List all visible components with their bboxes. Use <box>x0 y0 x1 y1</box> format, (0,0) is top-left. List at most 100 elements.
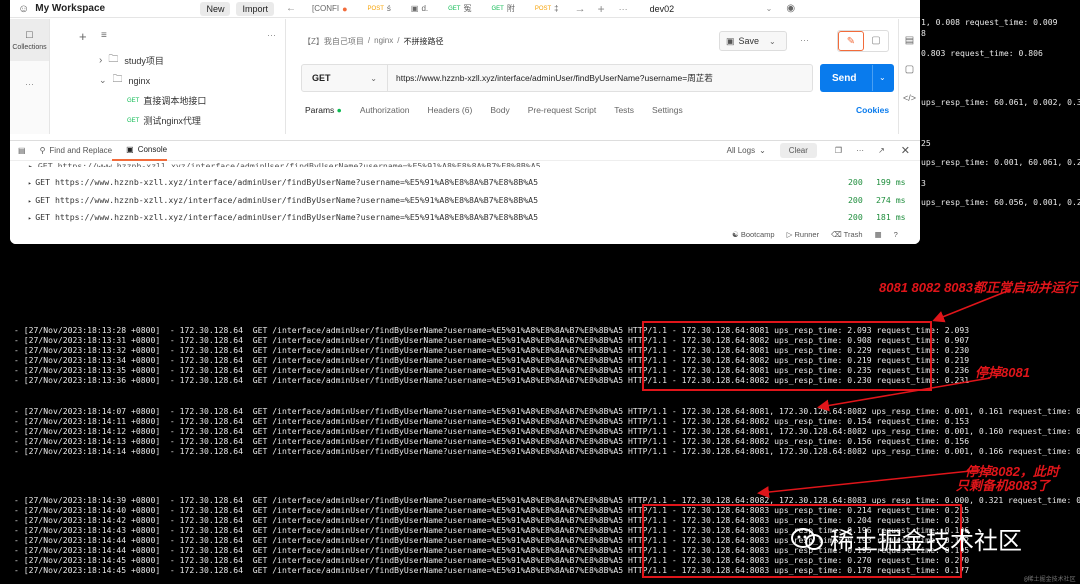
console-more-icon[interactable]: ··· <box>842 146 864 155</box>
folder-study[interactable]: › 🗀 study项目 <box>99 52 164 69</box>
console-row-clipped: ▸ GET https://www.hzznb-xzll.xyz/interfa… <box>28 161 541 167</box>
method-select[interactable]: GET ⌄ <box>302 65 388 91</box>
request-method: GET <box>127 97 140 104</box>
help-icon[interactable]: ? <box>894 230 898 239</box>
request-tab[interactable]: POST ś <box>358 4 401 13</box>
tab-label: ś <box>386 4 391 13</box>
send-button[interactable]: Send ⌄ <box>820 64 894 92</box>
tab-settings[interactable]: Settings <box>652 105 683 115</box>
save-button[interactable]: ▣ Save ⌄ <box>719 31 787 51</box>
request-tab[interactable]: ▣ d. <box>401 4 438 13</box>
more-tabs-icon[interactable]: ··· <box>611 4 636 14</box>
find-replace-tab[interactable]: ⚲ Find and Replace <box>34 146 113 155</box>
tab-method: POST <box>534 5 552 12</box>
copy-icon[interactable]: ❐ <box>817 146 842 155</box>
import-button[interactable]: Import <box>236 1 274 16</box>
left-rail: □ Collections ··· <box>10 19 50 134</box>
back-arrow-icon[interactable]: ← <box>280 3 302 14</box>
more-nav-icon[interactable]: ··· <box>10 79 49 89</box>
tab-pre-request-script[interactable]: Pre-request Script <box>528 105 597 115</box>
search-icon: ⚲ <box>39 146 46 155</box>
environment-select[interactable]: dev02 <box>636 4 766 14</box>
breadcrumb-folder[interactable]: nginx <box>374 36 393 47</box>
send-label: Send <box>832 72 857 84</box>
eye-icon[interactable]: ◉ <box>772 3 795 14</box>
comment-icon[interactable]: ▢ <box>864 31 888 51</box>
console-footer: ☯ Bootcamp ▷ Runner ⌫ Trash ▦ ? <box>732 230 898 239</box>
user-icon[interactable]: ☺ <box>18 3 29 15</box>
workspace-name[interactable]: My Workspace <box>35 3 105 14</box>
console-row[interactable]: ▸ GET https://www.hzznb-xzll.xyz/interfa… <box>28 195 538 205</box>
layout-grid-icon[interactable]: ▦ <box>875 230 882 239</box>
console-row-status: 200 <box>848 177 863 187</box>
url-input[interactable]: https://www.hzznb-xzll.xyz/interface/adm… <box>388 72 713 84</box>
new-tab-plus-icon[interactable]: + <box>592 2 611 16</box>
new-button[interactable]: New <box>200 1 231 16</box>
watermark-text: 稀土掘金技术社区 <box>830 527 1022 555</box>
console-tab[interactable]: ▣ Console <box>112 141 168 161</box>
forward-arrow-icon[interactable]: → <box>569 3 592 15</box>
chevron-down-icon[interactable]: ⌄ <box>872 65 886 91</box>
chevron-down-icon[interactable]: ⌄ <box>766 4 773 13</box>
save-icon: ▣ <box>726 35 735 46</box>
edit-pencil-icon[interactable]: ✎ <box>838 31 864 51</box>
panel-toggle-icon[interactable]: ▤ <box>10 146 34 155</box>
console-row-status: 200 <box>848 212 863 222</box>
request-item[interactable]: GET 直接调本地接口 <box>127 94 206 107</box>
postman-topbar: ☺ My Workspace New Import ← [CONFI ● POST… <box>10 0 920 18</box>
sidebar-more-icon[interactable]: ··· <box>267 30 276 40</box>
watermark: 稀土掘金技术社区 <box>790 521 1022 556</box>
tab-label: [CONFI <box>312 4 340 13</box>
unsaved-dot-icon: ● <box>342 3 348 14</box>
tab-params[interactable]: Params ● <box>305 105 342 115</box>
request-more-icon[interactable]: ··· <box>800 35 809 45</box>
comments-icon[interactable]: ▢ <box>899 64 920 75</box>
all-logs-select[interactable]: All Logs ⌄ <box>727 146 766 155</box>
request-tab[interactable]: GET 冤 <box>438 3 481 14</box>
close-icon[interactable]: ✕ <box>885 144 920 157</box>
tab-tests[interactable]: Tests <box>614 105 634 115</box>
request-tab[interactable]: [CONFI ● <box>302 4 358 14</box>
watermark-small: @稀土掘金技术社区 <box>1024 576 1076 583</box>
console-row[interactable]: ▸ GET https://www.hzznb-xzll.xyz/interfa… <box>28 212 538 222</box>
bootcamp-link[interactable]: ☯ Bootcamp <box>732 230 775 239</box>
console-toolbar: ▤ ⚲ Find and Replace ▣ Console All Logs ⌄… <box>10 141 920 161</box>
folder-label: study项目 <box>124 56 164 66</box>
expand-icon[interactable]: ↗ <box>864 146 885 155</box>
arrow-stop-8081 <box>817 377 991 412</box>
collections-nav[interactable]: □ Collections <box>10 19 49 61</box>
filter-icon[interactable]: ≡ <box>101 30 107 41</box>
runner-icon: ▷ <box>786 230 793 239</box>
documentation-icon[interactable]: ▤ <box>899 35 920 46</box>
request-label: 测试nginx代理 <box>143 116 201 126</box>
breadcrumb-root[interactable]: 【Z】我自己项目 <box>303 36 364 47</box>
cookies-link[interactable]: Cookies <box>856 105 889 115</box>
chevron-down-icon: ⌄ <box>370 73 377 83</box>
tab-body[interactable]: Body <box>490 105 509 115</box>
folder-label: nginx <box>128 75 151 86</box>
tab-authorization[interactable]: Authorization <box>360 105 410 115</box>
request-tab[interactable]: GET 附 <box>481 3 524 14</box>
chevron-down-icon: ⌄ <box>769 36 776 46</box>
console-label: Console <box>137 145 168 154</box>
tab-label: 冤 <box>463 4 472 13</box>
folder-nginx[interactable]: ⌄ 🗀 nginx <box>99 72 150 89</box>
add-collection-icon[interactable]: + <box>79 29 87 44</box>
request-tab[interactable]: POST ‡ <box>525 4 569 13</box>
url-bar: GET ⌄ https://www.hzznb-xzll.xyz/interfa… <box>301 64 813 92</box>
collections-icon: □ <box>26 29 33 41</box>
tab-headers[interactable]: Headers (6) <box>427 105 472 115</box>
trash-icon: ⌫ <box>831 230 842 239</box>
chevron-down-icon: ⌄ <box>759 146 766 155</box>
method-label: GET <box>312 73 331 83</box>
annotation-stop-8081: 停掉8081 <box>975 365 1030 380</box>
save-label: Save <box>738 36 760 46</box>
request-item[interactable]: GET 测试nginx代理 <box>127 114 201 127</box>
collections-sidebar: + ≡ ··· › 🗀 study项目 ⌄ 🗀 nginx GET 直接调本地接… <box>51 19 286 134</box>
console-row[interactable]: ▸ GET https://www.hzznb-xzll.xyz/interfa… <box>28 177 538 187</box>
trash-link[interactable]: ⌫ Trash <box>831 230 862 239</box>
console-row-text: GET https://www.hzznb-xzll.xyz/interface… <box>35 212 539 222</box>
clear-button[interactable]: Clear <box>779 143 817 158</box>
runner-link[interactable]: ▷ Runner <box>787 230 819 239</box>
code-icon[interactable]: </> <box>899 93 920 103</box>
